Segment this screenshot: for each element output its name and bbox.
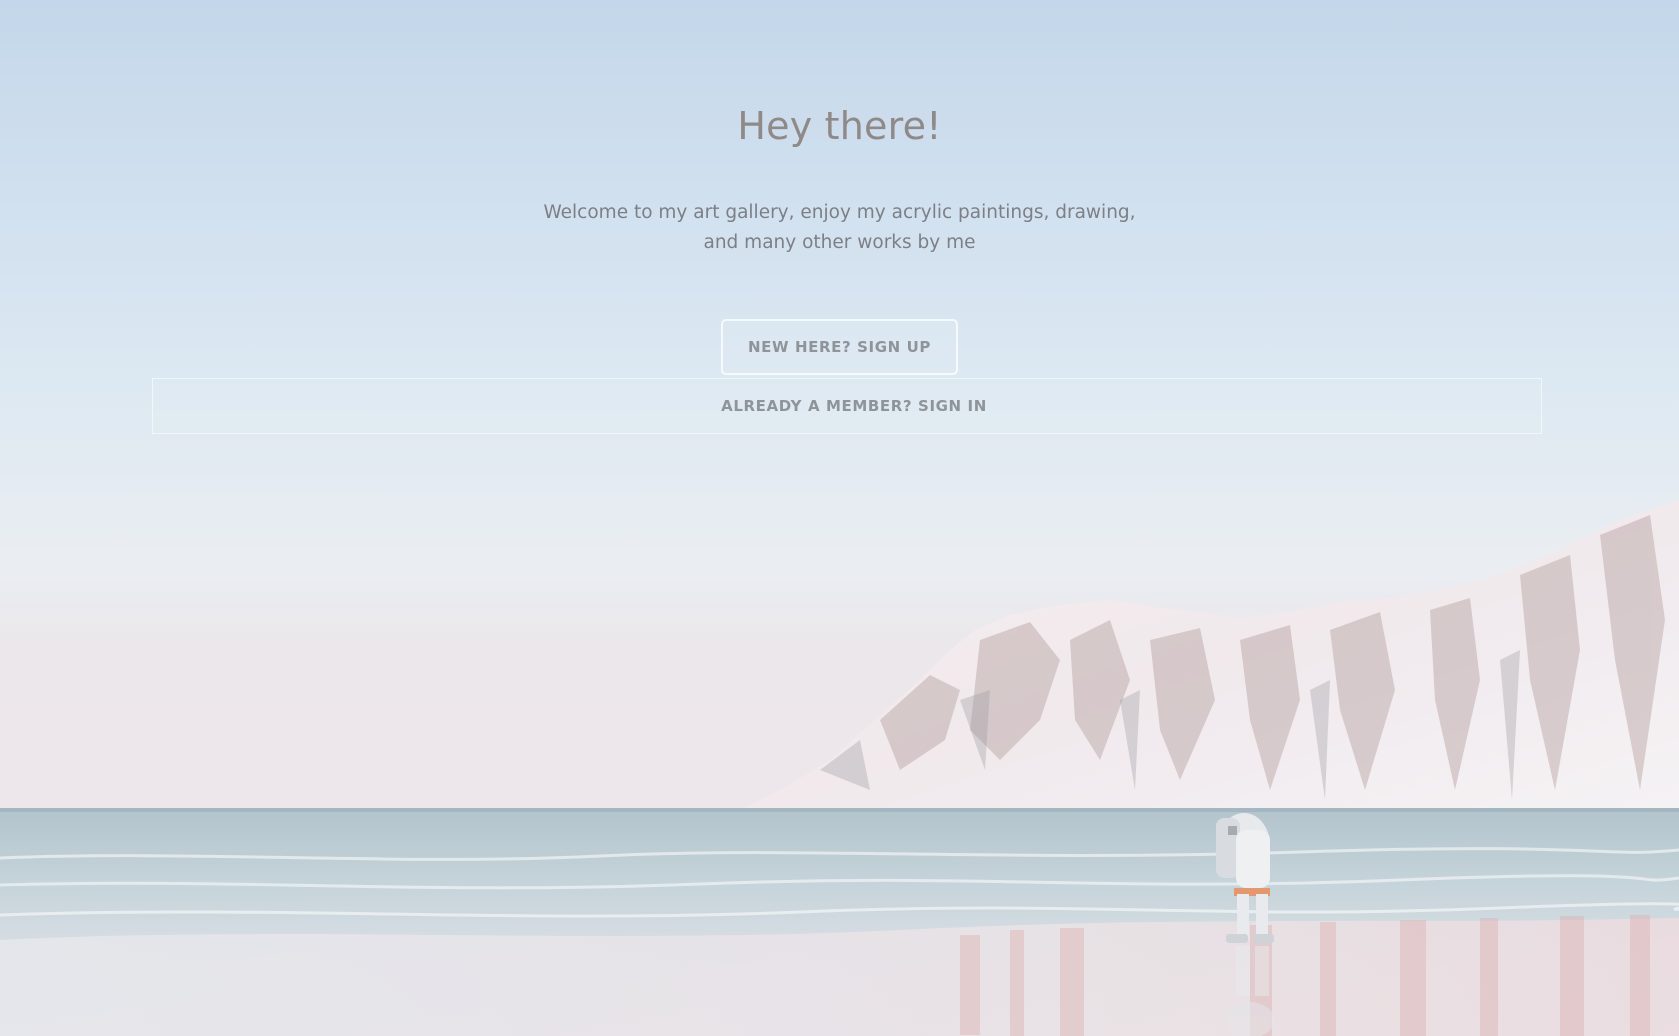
page-title: Hey there! — [737, 104, 942, 148]
welcome-message: Welcome to my art gallery, enjoy my acry… — [543, 202, 1136, 253]
signup-button[interactable]: NEW HERE? SIGN UP — [721, 319, 958, 375]
background-photo — [0, 0, 1679, 1036]
signin-button-label: ALREADY A MEMBER? SIGN IN — [721, 397, 987, 415]
signup-button-label: NEW HERE? SIGN UP — [748, 338, 931, 356]
signin-button[interactable]: ALREADY A MEMBER? SIGN IN — [152, 378, 1542, 434]
